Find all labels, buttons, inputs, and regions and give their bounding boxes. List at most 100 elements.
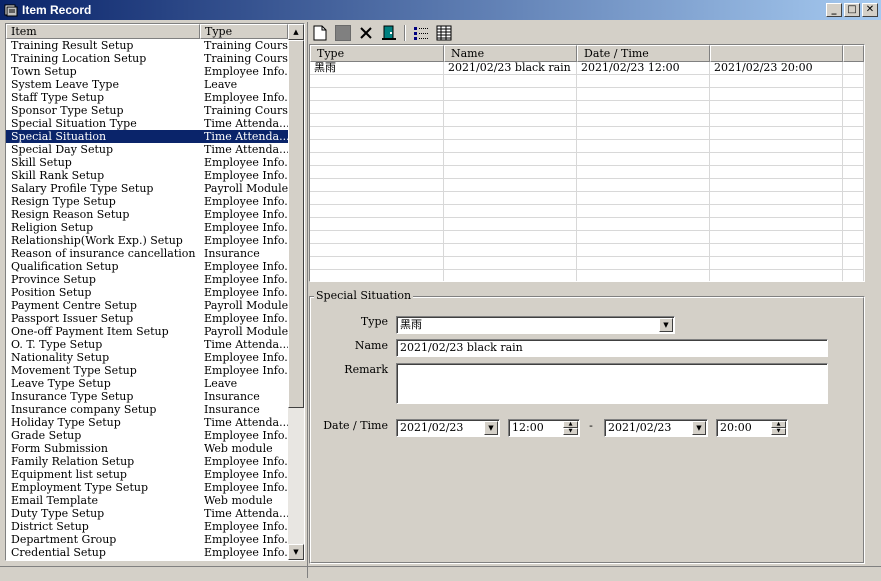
table-row[interactable]: [310, 192, 864, 205]
list-item[interactable]: Passport Issuer Setup Employee Info.: [6, 312, 288, 325]
to-time-spinner[interactable]: ▲ ▼: [771, 421, 786, 435]
list-item[interactable]: Movement Type Setup Employee Info.: [6, 364, 288, 377]
table-cell: [843, 153, 864, 165]
list-item[interactable]: Payment Centre Setup Payroll Module: [6, 299, 288, 312]
list-item[interactable]: Position Setup Employee Info.: [6, 286, 288, 299]
table-row[interactable]: [310, 101, 864, 114]
scroll-down-button[interactable]: ▼: [288, 544, 304, 560]
list-item[interactable]: Email Template Web module: [6, 494, 288, 507]
table-row[interactable]: 黑雨 2021/02/23 black rain 2021/02/23 12:00 2…: [310, 62, 864, 75]
list-item[interactable]: Relationship(Work Exp.) Setup Employee In…: [6, 234, 288, 247]
table-cell: [444, 101, 577, 113]
save-button[interactable]: [333, 24, 353, 42]
maximize-button[interactable]: □: [844, 3, 860, 17]
list-item[interactable]: Employment Type Setup Employee Info.: [6, 481, 288, 494]
exit-icon: [382, 25, 396, 40]
to-date-dropdown-button[interactable]: ▼: [692, 421, 706, 435]
pane-splitter[interactable]: [307, 22, 308, 578]
spin-down-icon[interactable]: ▼: [771, 428, 786, 435]
to-time-picker[interactable]: 20:00 ▲ ▼: [716, 419, 788, 437]
list-item[interactable]: Staff Type Setup Employee Info.: [6, 91, 288, 104]
list-item[interactable]: Training Location Setup Training Course: [6, 52, 288, 65]
from-time-spinner[interactable]: ▲ ▼: [563, 421, 578, 435]
exit-button[interactable]: [379, 24, 399, 42]
close-button[interactable]: ✕: [862, 3, 878, 17]
table-row[interactable]: [310, 179, 864, 192]
table-row[interactable]: [310, 127, 864, 140]
list-item[interactable]: Nationality Setup Employee Info.: [6, 351, 288, 364]
column-header-type[interactable]: Type: [310, 45, 444, 62]
table-row[interactable]: [310, 88, 864, 101]
list-item[interactable]: Leave Type Setup Leave: [6, 377, 288, 390]
table-row[interactable]: [310, 166, 864, 179]
list-item[interactable]: Grade Setup Employee Info.: [6, 429, 288, 442]
column-header-type[interactable]: Type: [200, 24, 288, 39]
list-item[interactable]: Duty Type Setup Time Attenda...: [6, 507, 288, 520]
minimize-button[interactable]: _: [826, 3, 842, 17]
from-time-picker[interactable]: 12:00 ▲ ▼: [508, 419, 580, 437]
from-date-picker[interactable]: 2021/02/23 ▼: [396, 419, 500, 437]
item-list-scrollbar[interactable]: ▲ ▼: [288, 24, 304, 560]
list-item[interactable]: One-off Payment Item Setup Payroll Module: [6, 325, 288, 338]
list-item[interactable]: Religion Setup Employee Info.: [6, 221, 288, 234]
column-header-datetime[interactable]: Date / Time: [577, 45, 710, 62]
from-date-dropdown-button[interactable]: ▼: [484, 421, 498, 435]
spin-up-icon[interactable]: ▲: [771, 421, 786, 428]
list-item[interactable]: Skill Rank Setup Employee Info.: [6, 169, 288, 182]
list-item[interactable]: Credential Setup Employee Info.: [6, 546, 288, 559]
detail-view-button[interactable]: [434, 24, 454, 42]
table-row[interactable]: [310, 75, 864, 88]
list-item[interactable]: Salary Profile Type Setup Payroll Module: [6, 182, 288, 195]
list-item[interactable]: Equipment list setup Employee Info.: [6, 468, 288, 481]
new-button[interactable]: [310, 24, 330, 42]
list-item[interactable]: Insurance company Setup Insurance: [6, 403, 288, 416]
list-item[interactable]: Special Day Setup Time Attenda...: [6, 143, 288, 156]
list-item[interactable]: System Leave Type Leave: [6, 78, 288, 91]
list-item[interactable]: Town Setup Employee Info.: [6, 65, 288, 78]
list-item[interactable]: Resign Type Setup Employee Info.: [6, 195, 288, 208]
list-item[interactable]: Family Relation Setup Employee Info.: [6, 455, 288, 468]
list-item[interactable]: Holiday Type Setup Time Attenda...: [6, 416, 288, 429]
table-row[interactable]: [310, 140, 864, 153]
list-view-button[interactable]: [411, 24, 431, 42]
list-item[interactable]: Sponsor Type Setup Training Course: [6, 104, 288, 117]
table-row[interactable]: [310, 114, 864, 127]
list-item[interactable]: Department Group Employee Info.: [6, 533, 288, 546]
list-item[interactable]: Province Setup Employee Info.: [6, 273, 288, 286]
scroll-up-button[interactable]: ▲: [288, 24, 304, 40]
type-dropdown[interactable]: 黑雨 ▼: [396, 316, 675, 334]
name-input[interactable]: 2021/02/23 black rain: [396, 339, 828, 357]
table-row[interactable]: [310, 231, 864, 244]
type-dropdown-button[interactable]: ▼: [659, 318, 673, 332]
list-item[interactable]: Special Situation Time Attenda...: [6, 130, 288, 143]
table-row[interactable]: [310, 244, 864, 257]
list-item[interactable]: Special Situation Type Time Attenda...: [6, 117, 288, 130]
list-item[interactable]: Resign Reason Setup Employee Info.: [6, 208, 288, 221]
record-grid[interactable]: Type Name Date / Time 黑雨 2021/02/23 black…: [309, 44, 865, 282]
column-header-item[interactable]: Item: [6, 24, 200, 39]
column-header-end[interactable]: [710, 45, 843, 62]
spin-up-icon[interactable]: ▲: [563, 421, 578, 428]
list-item[interactable]: Skill Setup Employee Info.: [6, 156, 288, 169]
item-list[interactable]: Item Type Training Result Setup Training …: [5, 23, 305, 561]
list-item[interactable]: Training Result Setup Training Course: [6, 39, 288, 52]
list-item[interactable]: O. T. Type Setup Time Attenda...: [6, 338, 288, 351]
to-date-picker[interactable]: 2021/02/23 ▼: [604, 419, 708, 437]
spin-down-icon[interactable]: ▼: [563, 428, 578, 435]
list-item[interactable]: District Setup Employee Info.: [6, 520, 288, 533]
list-item[interactable]: Insurance Type Setup Insurance: [6, 390, 288, 403]
table-row[interactable]: [310, 257, 864, 270]
list-item[interactable]: Qualification Setup Employee Info.: [6, 260, 288, 273]
list-item[interactable]: Reason of insurance cancellation Setup In…: [6, 247, 288, 260]
table-cell: [310, 244, 444, 256]
column-header-name[interactable]: Name: [444, 45, 577, 62]
scroll-thumb[interactable]: [288, 40, 304, 408]
delete-button[interactable]: [356, 24, 376, 42]
table-row[interactable]: [310, 218, 864, 231]
table-row[interactable]: [310, 153, 864, 166]
remark-textarea[interactable]: [396, 363, 828, 404]
list-item[interactable]: Form Submission Web module: [6, 442, 288, 455]
table-row[interactable]: [310, 270, 864, 281]
delete-icon: [360, 27, 372, 39]
table-row[interactable]: [310, 205, 864, 218]
